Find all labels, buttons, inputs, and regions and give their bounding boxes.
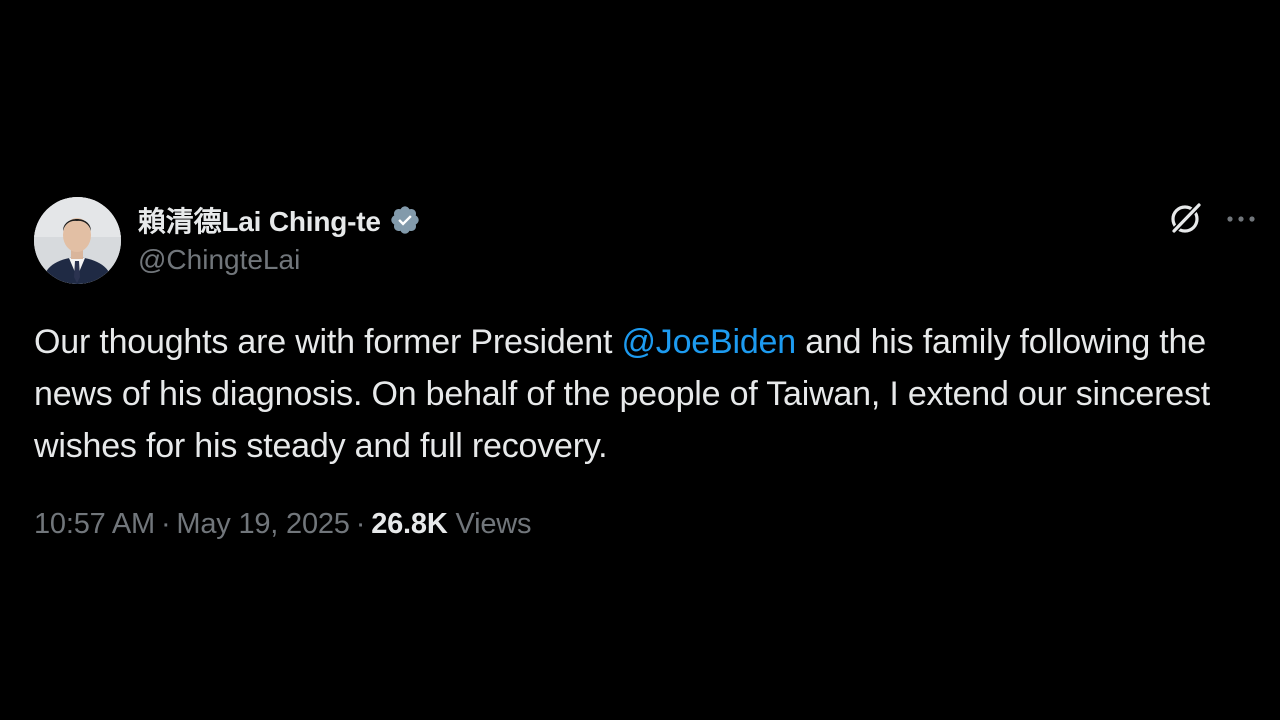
tweet-card: 賴清德Lai Ching-te @ChingteLai Our thoughts… [0,0,1280,720]
meta-separator: · [355,508,366,540]
mention-link[interactable]: @JoeBiden [621,323,796,361]
views-label: Views [455,508,532,540]
meta-separator: · [160,508,171,540]
verified-badge-icon[interactable] [389,204,421,236]
avatar-photo [34,197,121,284]
author-handle[interactable]: @ChingteLai [138,244,300,276]
tweet-date[interactable]: May 19, 2025 [176,508,350,540]
more-horizontal-icon[interactable] [1224,209,1260,229]
tweet-time[interactable]: 10:57 AM [34,508,155,540]
tweet-meta: 10:57 AM · May 19, 2025 · 26.8K Views [34,508,531,541]
views-count[interactable]: 26.8K [371,508,448,540]
tweet-text: Our thoughts are with former President @… [34,316,1254,472]
avatar[interactable] [34,197,121,284]
author-name-row[interactable]: 賴清德Lai Ching-te [138,200,421,240]
tweet-text-before: Our thoughts are with former President [34,323,622,361]
grok-icon[interactable] [1167,199,1205,237]
display-name[interactable]: 賴清德Lai Ching-te [138,200,381,240]
